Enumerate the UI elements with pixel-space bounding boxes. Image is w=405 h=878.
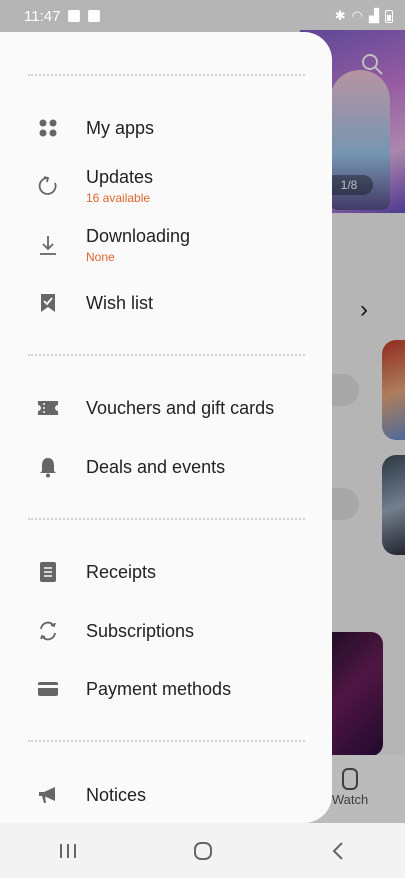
menu-label: Updates (86, 167, 154, 187)
grid-icon (36, 116, 60, 140)
bell-icon (36, 455, 60, 479)
bluetooth-icon: ✱ (334, 8, 346, 23)
divider (28, 518, 305, 520)
status-bar: 11:47 ✱ ◠ ▟ (0, 0, 405, 32)
system-navigation-bar (0, 823, 405, 878)
menu-label: Wish list (86, 292, 153, 313)
menu-item-vouchers[interactable]: Vouchers and gift cards (0, 382, 332, 434)
menu-item-receipts[interactable]: Receipts (0, 546, 332, 598)
menu-label: Subscriptions (86, 620, 195, 641)
download-status: None (86, 250, 115, 264)
card-icon (36, 677, 60, 701)
menu-item-subscriptions[interactable]: Subscriptions (0, 605, 332, 657)
menu-label: Receipts (86, 561, 157, 582)
recents-icon (59, 843, 76, 858)
megaphone-icon (36, 783, 60, 807)
divider (28, 74, 305, 76)
menu-item-notices[interactable]: Notices (0, 769, 332, 821)
refresh-icon (36, 174, 60, 198)
menu-label: My apps (86, 117, 155, 138)
menu-label: Notices (86, 784, 147, 805)
menu-label: Downloading (86, 226, 191, 246)
image-icon (88, 10, 101, 22)
menu-label: Deals and events (86, 456, 226, 477)
back-icon (332, 841, 343, 860)
back-button[interactable] (308, 831, 368, 871)
download-icon (36, 233, 60, 257)
menu-item-my-apps[interactable]: My apps (0, 102, 332, 154)
receipt-icon (36, 560, 60, 584)
divider (28, 740, 305, 742)
wifi-icon: ◠ (351, 8, 363, 23)
menu-item-downloading[interactable]: Downloading None (0, 219, 332, 271)
menu-item-wish-list[interactable]: Wish list (0, 277, 332, 329)
menu-label: Payment methods (86, 678, 232, 699)
menu-item-payment-methods[interactable]: Payment methods (0, 663, 332, 715)
updates-count: 16 available (86, 191, 151, 205)
menu-label: Vouchers and gift cards (86, 397, 275, 418)
navigation-drawer: My apps Updates 16 available Downloading… (0, 32, 332, 823)
recent-apps-button[interactable] (38, 831, 98, 871)
menu-item-updates[interactable]: Updates 16 available (0, 160, 332, 212)
notification-icon (68, 10, 81, 22)
status-time: 11:47 (24, 7, 61, 25)
signal-icon: ▟ (369, 8, 379, 23)
battery-icon (385, 9, 393, 23)
home-icon (193, 841, 212, 860)
sync-icon (36, 619, 60, 643)
ticket-icon (36, 396, 60, 420)
divider (28, 354, 305, 356)
bookmark-icon (36, 291, 60, 315)
home-button[interactable] (173, 831, 233, 871)
menu-item-deals[interactable]: Deals and events (0, 441, 332, 493)
